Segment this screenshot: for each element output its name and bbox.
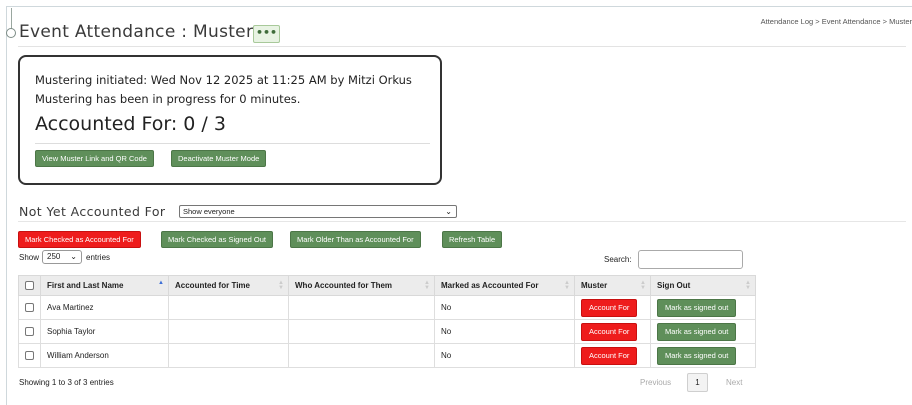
accounted-time-cell (168, 319, 289, 344)
refresh-table-button[interactable]: Refresh Table (442, 231, 503, 248)
accounted-for-count: Accounted For: 0 / 3 (35, 113, 226, 135)
column-header[interactable]: Marked as Accounted For ▲ ▼ (434, 275, 575, 296)
sort-icon: ▲ ▼ (424, 280, 430, 291)
muster-cell: Account For (574, 319, 651, 344)
column-header[interactable]: Who Accounted for Them ▲ ▼ (288, 275, 435, 296)
timeline-dot-icon (6, 28, 16, 38)
sort-icon: ▲ ▼ (745, 280, 751, 291)
select-all-header[interactable] (18, 275, 41, 296)
attendee-filter-select[interactable]: Show everyone ⌄ (179, 205, 457, 218)
muster-progress-text: Mustering has been in progress for 0 min… (35, 92, 301, 106)
name-cell: Ava Martinez (40, 295, 169, 320)
sort-asc-icon: ▲ (158, 280, 164, 286)
marked-cell: No (434, 319, 575, 344)
column-header-label: Who Accounted for Them (295, 281, 393, 290)
row-checkbox[interactable] (25, 351, 34, 361)
title-divider (18, 46, 906, 47)
column-header[interactable]: First and Last Name ▲ (40, 275, 169, 296)
account-for-button[interactable]: Account For (581, 346, 638, 365)
section-title: Not Yet Accounted For (19, 204, 166, 219)
column-header-label: Muster (581, 281, 608, 290)
mark-signed-out-button[interactable]: Mark as signed out (657, 322, 737, 341)
accounted-time-cell (168, 343, 289, 368)
column-header[interactable]: Sign Out ▲ ▼ (650, 275, 756, 296)
column-header-label: First and Last Name (47, 281, 124, 290)
mark-older-than-button[interactable]: Mark Older Than as Accounted For (290, 231, 421, 248)
row-checkbox[interactable] (25, 303, 34, 313)
mark-checked-signed-out-button[interactable]: Mark Checked as Signed Out (161, 231, 273, 248)
mark-signed-out-button[interactable]: Mark as signed out (657, 298, 737, 317)
column-header-label: Marked as Accounted For (441, 281, 539, 290)
search-label: Search: (604, 255, 632, 264)
pagination-previous[interactable]: Previous (640, 378, 671, 387)
search-input[interactable] (638, 250, 743, 269)
show-label: Show (19, 253, 40, 262)
column-header-label: Sign Out (657, 281, 691, 290)
select-all-checkbox[interactable] (25, 281, 34, 291)
pagination-page-1[interactable]: 1 (687, 373, 708, 392)
timeline-line (11, 8, 12, 30)
signout-cell: Mark as signed out (650, 343, 756, 368)
muster-cell: Account For (574, 295, 651, 320)
table-row: Sophia Taylor No Account For Mark as sig… (18, 319, 756, 344)
column-header[interactable]: Accounted for Time ▲ ▼ (168, 275, 289, 296)
mark-signed-out-button[interactable]: Mark as signed out (657, 346, 737, 365)
mark-checked-accounted-button[interactable]: Mark Checked as Accounted For (18, 231, 141, 248)
row-checkbox[interactable] (25, 327, 34, 337)
attendance-table: First and Last Name ▲ Accounted for Time ▲… (18, 275, 756, 368)
marked-cell: No (434, 343, 575, 368)
account-for-button[interactable]: Account For (581, 322, 638, 341)
accounted-by-cell (288, 343, 435, 368)
signout-cell: Mark as signed out (650, 295, 756, 320)
sort-icon: ▲ ▼ (278, 280, 284, 291)
chevron-down-icon: ⌄ (445, 207, 452, 216)
entries-label: entries (86, 253, 111, 262)
table-row: William Anderson No Account For Mark as … (18, 343, 756, 368)
accounted-time-cell (168, 295, 289, 320)
muster-cell: Account For (574, 343, 651, 368)
column-header[interactable]: Muster ▲ ▼ (574, 275, 651, 296)
accounted-by-cell (288, 295, 435, 320)
panel-divider (35, 143, 430, 144)
page-size-value: 250 (47, 252, 61, 261)
row-select-cell (18, 319, 41, 344)
page-title: Event Attendance : Muster (19, 22, 254, 42)
breadcrumb[interactable]: Attendance Log > Event Attendance > Must… (761, 17, 912, 26)
table-header-row: First and Last Name ▲ Accounted for Time ▲… (18, 275, 756, 296)
row-select-cell (18, 343, 41, 368)
muster-status-panel: Mustering initiated: Wed Nov 12 2025 at … (18, 55, 442, 185)
more-options-button[interactable]: ••• (253, 25, 280, 43)
page-size-select[interactable]: 250 ⌄ (42, 250, 82, 264)
signout-cell: Mark as signed out (650, 319, 756, 344)
marked-cell: No (434, 295, 575, 320)
name-cell: William Anderson (40, 343, 169, 368)
accounted-by-cell (288, 319, 435, 344)
deactivate-muster-button[interactable]: Deactivate Muster Mode (171, 150, 267, 167)
sort-icon: ▲ ▼ (564, 280, 570, 291)
account-for-button[interactable]: Account For (581, 298, 638, 317)
section-divider (18, 221, 906, 222)
table-info: Showing 1 to 3 of 3 entries (19, 378, 114, 387)
sort-icon: ▲ ▼ (640, 280, 646, 291)
column-header-label: Accounted for Time (175, 281, 250, 290)
name-cell: Sophia Taylor (40, 319, 169, 344)
chevron-down-icon: ⌄ (70, 252, 77, 261)
table-row: Ava Martinez No Account For Mark as sign… (18, 295, 756, 320)
view-muster-link-button[interactable]: View Muster Link and QR Code (35, 150, 154, 167)
pagination-next[interactable]: Next (726, 378, 742, 387)
filter-selected-value: Show everyone (183, 207, 235, 216)
muster-initiated-text: Mustering initiated: Wed Nov 12 2025 at … (35, 73, 412, 87)
row-select-cell (18, 295, 41, 320)
